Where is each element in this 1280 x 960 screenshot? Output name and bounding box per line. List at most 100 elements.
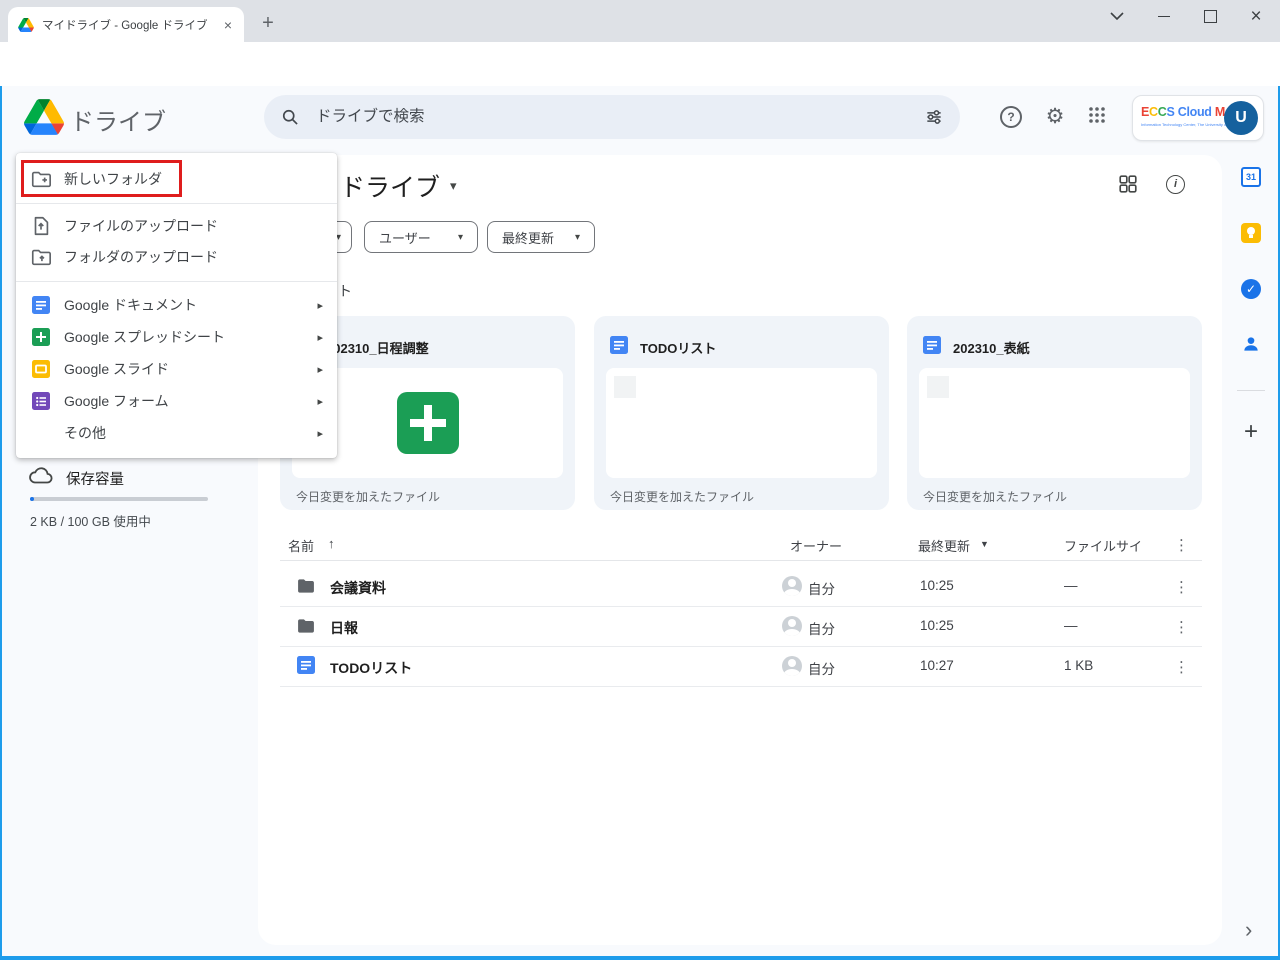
grid-view-toggle-icon[interactable] (1117, 173, 1141, 197)
column-modified[interactable]: 最終更新 (918, 536, 970, 555)
storage-usage-text: 2 KB / 100 GB 使用中 (30, 511, 151, 530)
annotation-highlight-box (21, 160, 182, 197)
tab-close-icon[interactable]: × (222, 17, 234, 33)
cloud-icon (28, 464, 54, 486)
new-tab-button[interactable]: + (254, 9, 282, 37)
card-preview (606, 368, 877, 478)
tasks-icon[interactable]: ✓ (1241, 279, 1261, 299)
suggestion-card[interactable]: 202310_表紙 今日変更を加えたファイル (907, 316, 1202, 510)
file-size: 1 KB (1064, 658, 1093, 673)
submenu-arrow-icon: ▸ (317, 331, 323, 344)
row-more-icon[interactable]: ⋮ (1174, 578, 1189, 596)
owner-label: 自分 (808, 658, 835, 678)
card-title: 202310_表紙 (953, 338, 1030, 357)
keep-icon[interactable] (1241, 223, 1261, 243)
card-title: 202310_日程調整 (326, 338, 429, 357)
file-name: 会議資料 (330, 578, 386, 598)
file-size: — (1064, 618, 1078, 633)
table-row[interactable]: 会議資料 自分 10:25 — ⋮ (280, 566, 1202, 607)
card-preview (919, 368, 1190, 478)
tab-search-icon[interactable] (1097, 0, 1137, 32)
modified-time: 10:27 (920, 658, 954, 673)
window-maximize-button[interactable] (1190, 0, 1230, 32)
google-sheets-icon (30, 326, 52, 348)
settings-gear-icon[interactable]: ⚙ (1044, 106, 1066, 128)
drive-favicon (18, 18, 34, 32)
window-border-left (0, 86, 2, 960)
modified-time: 10:25 (920, 618, 954, 633)
search-options-icon[interactable] (924, 107, 944, 127)
google-slides-icon (30, 358, 52, 380)
owner-avatar (782, 656, 802, 676)
side-strip-divider (1237, 390, 1265, 391)
sort-descending-icon[interactable]: ▼ (980, 539, 989, 549)
suggestion-card[interactable]: TODOリスト 今日変更を加えたファイル (594, 316, 889, 510)
modified-time: 10:25 (920, 578, 954, 593)
calendar-icon[interactable]: 31 (1241, 167, 1261, 187)
storage-progress-fill (30, 497, 34, 501)
search-input[interactable] (314, 107, 924, 127)
menu-item-google-docs[interactable]: Google ドキュメント ▸ (16, 289, 337, 321)
card-caption: 今日変更を加えたファイル (923, 488, 1067, 505)
menu-item-folder-upload[interactable]: フォルダのアップロード (16, 241, 337, 272)
chevron-down-icon: ▾ (458, 232, 463, 243)
window-border-bottom (0, 956, 1280, 960)
row-more-icon[interactable]: ⋮ (1174, 618, 1189, 636)
submenu-arrow-icon: ▸ (317, 395, 323, 408)
document-icon (923, 336, 941, 354)
window-minimize-button[interactable] (1144, 0, 1184, 32)
menu-item-google-forms[interactable]: Google フォーム ▸ (16, 385, 337, 417)
menu-item-more[interactable]: その他 ▸ (16, 417, 337, 449)
column-size[interactable]: ファイルサイ (1064, 536, 1142, 555)
folder-icon (296, 616, 316, 636)
account-badge[interactable]: ECCS Cloud Mail Information Technology C… (1132, 95, 1264, 141)
filter-chip-modified[interactable]: 最終更新 ▾ (487, 221, 595, 253)
column-name[interactable]: 名前 (288, 536, 314, 555)
drive-logo[interactable] (24, 99, 64, 135)
help-icon[interactable]: ? (1000, 106, 1022, 128)
file-name: 日報 (330, 618, 358, 638)
google-docs-icon (30, 294, 52, 316)
table-header: 名前 ↑ オーナー 最終更新 ▼ ファイルサイ ⋮ (280, 530, 1202, 561)
storage-label[interactable]: 保存容量 (66, 468, 124, 489)
card-caption: 今日変更を加えたファイル (296, 488, 440, 505)
owner-avatar (782, 616, 802, 636)
submenu-arrow-icon: ▸ (317, 363, 323, 376)
header-more-icon[interactable]: ⋮ (1174, 536, 1189, 554)
chevron-down-icon: ▾ (450, 178, 457, 194)
file-name: TODOリスト (330, 658, 412, 678)
menu-item-file-upload[interactable]: ファイルのアップロード (16, 210, 337, 241)
sheets-logo-large (397, 392, 459, 454)
suggestions-heading-fragment: ト (338, 281, 352, 301)
menu-item-google-sheets[interactable]: Google スプレッドシート ▸ (16, 321, 337, 353)
contacts-icon[interactable] (1241, 334, 1261, 354)
row-more-icon[interactable]: ⋮ (1174, 658, 1189, 676)
window-close-button[interactable]: × (1236, 0, 1276, 32)
browser-toolbar: ← → ↻ drive.google.com/drive/my-drive ☆ … (0, 42, 1280, 86)
column-owner[interactable]: オーナー (790, 536, 842, 555)
file-upload-icon (30, 215, 52, 237)
owner-label: 自分 (808, 578, 835, 598)
owner-avatar (782, 576, 802, 596)
sort-ascending-icon[interactable]: ↑ (328, 536, 335, 551)
show-side-panel-icon[interactable]: › (1245, 917, 1252, 943)
drive-avatar[interactable]: U (1224, 101, 1258, 135)
menu-divider (16, 281, 337, 282)
apps-grid-icon[interactable] (1088, 106, 1110, 128)
storage-progress-track (30, 497, 208, 501)
get-addons-icon[interactable]: + (1239, 420, 1263, 444)
owner-label: 自分 (808, 618, 835, 638)
menu-item-google-slides[interactable]: Google スライド ▸ (16, 353, 337, 385)
table-row[interactable]: TODOリスト 自分 10:27 1 KB ⋮ (280, 646, 1202, 687)
menu-divider (16, 203, 337, 204)
drive-logo-text: ドライブ (70, 102, 166, 137)
filter-chip-user[interactable]: ユーザー ▾ (364, 221, 478, 253)
browser-tab[interactable]: マイドライブ - Google ドライブ × (8, 7, 244, 42)
preview-hint (927, 376, 949, 398)
table-row[interactable]: 日報 自分 10:25 — ⋮ (280, 606, 1202, 647)
info-icon[interactable]: i (1166, 175, 1190, 199)
drive-search-bar[interactable] (264, 95, 960, 139)
new-menu: 新しいフォルダ ファイルのアップロード フォルダのアップロード Google ド… (16, 153, 337, 458)
google-forms-icon (30, 390, 52, 412)
card-caption: 今日変更を加えたファイル (610, 488, 754, 505)
